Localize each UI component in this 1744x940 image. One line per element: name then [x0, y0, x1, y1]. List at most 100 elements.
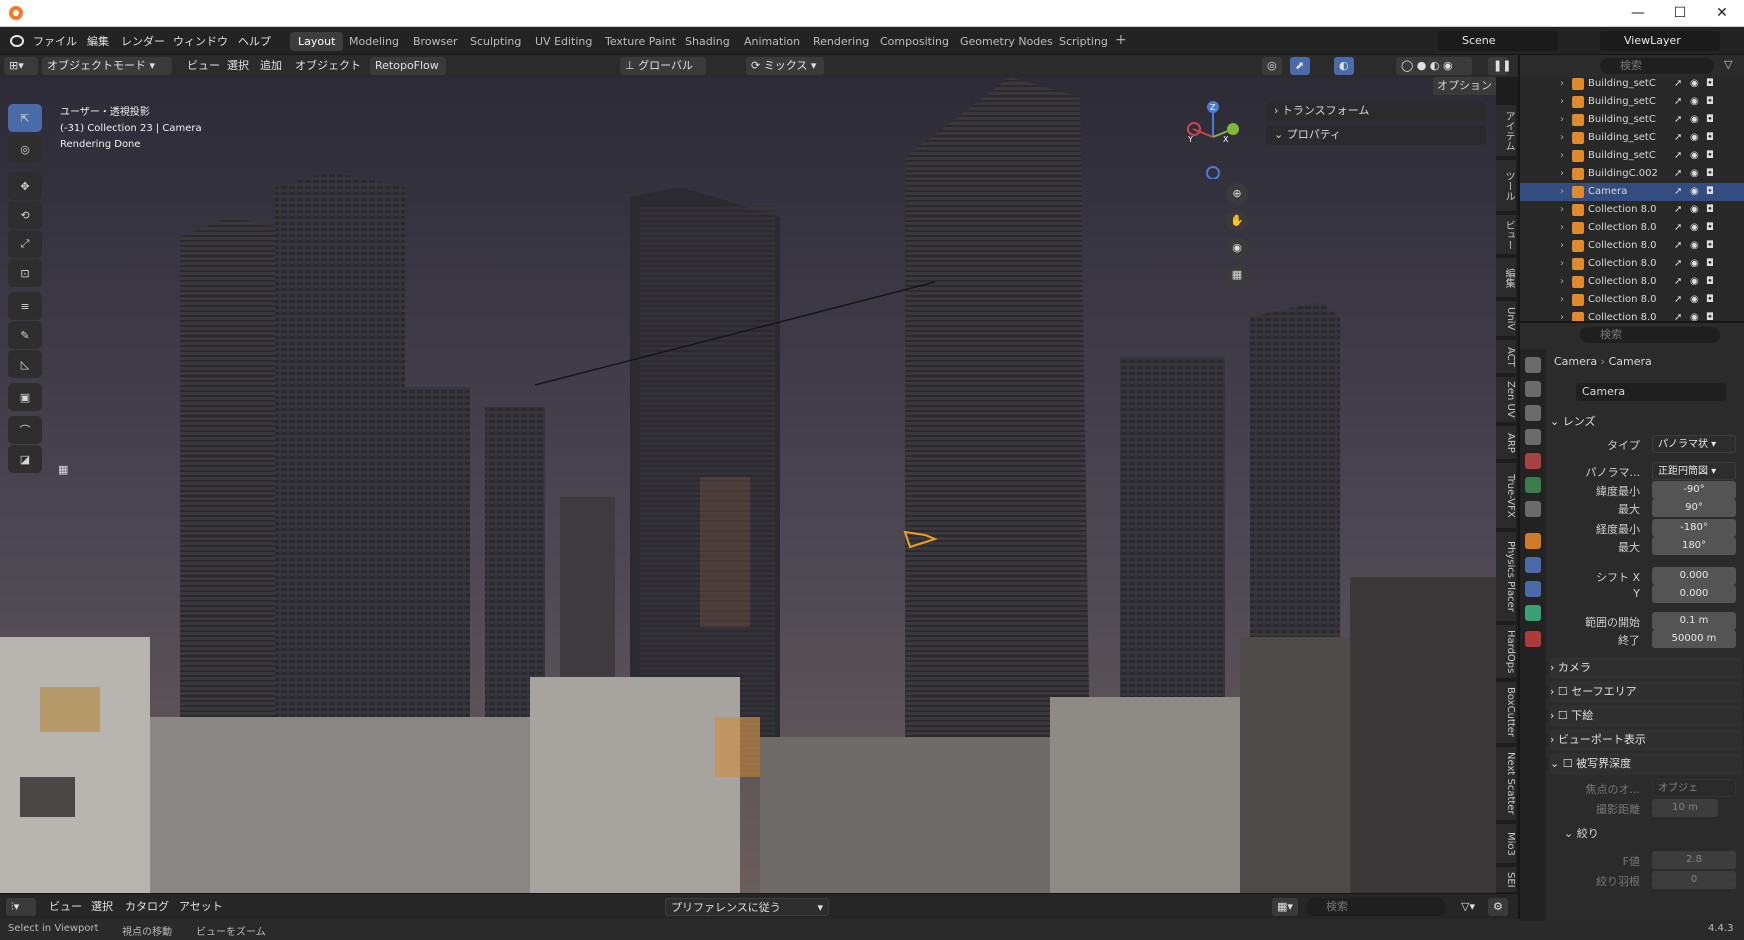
select-arrow-icon[interactable]: ➚ — [1674, 93, 1682, 111]
rotate-tool-icon[interactable]: ⟲ — [8, 201, 42, 229]
camera-view-icon[interactable]: ◉ — [1226, 237, 1248, 259]
tab-rendering[interactable]: Rendering — [805, 32, 877, 51]
pause-icon[interactable]: ❚❚ — [1488, 57, 1511, 75]
outliner-row[interactable]: › Collection 8.0 ➚ ◉ ◘ — [1520, 219, 1744, 237]
camera-data-name-field[interactable]: Camera — [1576, 383, 1726, 401]
eye-icon[interactable]: ◉ — [1690, 183, 1699, 201]
expand-chevron-icon[interactable]: › — [1560, 183, 1564, 201]
collection-tab-icon[interactable] — [1525, 501, 1541, 517]
expand-chevron-icon[interactable]: › — [1560, 165, 1564, 183]
tab-texture-paint[interactable]: Texture Paint — [597, 32, 684, 51]
pan-hand-icon[interactable]: ✋ — [1226, 210, 1248, 232]
viewport-display-section-header[interactable]: › ビューポート表示 — [1550, 729, 1742, 751]
cursor-tool-icon[interactable]: ◎ — [8, 135, 42, 163]
background-images-section-header[interactable]: › ☐ 下絵 — [1550, 705, 1742, 727]
output-tab-icon[interactable] — [1525, 405, 1541, 421]
lens-section-header[interactable]: ⌄ レンズ — [1550, 411, 1742, 433]
outliner-row[interactable]: › Collection 8.0 ➚ ◉ ◘ — [1520, 255, 1744, 273]
camera-section-header[interactable]: › カメラ — [1550, 657, 1742, 679]
menu-render[interactable]: レンダー — [121, 33, 165, 49]
render-camera-icon[interactable]: ◘ — [1706, 111, 1714, 129]
shading-modes[interactable]: ◯ ● ◐ ◉ — [1396, 57, 1472, 75]
expand-chevron-icon[interactable]: › — [1560, 219, 1564, 237]
object-tab-icon[interactable] — [1525, 533, 1541, 549]
tab-shading[interactable]: Shading — [677, 32, 738, 51]
sidetab-act[interactable]: ACT — [1496, 340, 1516, 374]
asset-search-input[interactable]: 検索 — [1306, 898, 1446, 916]
select-tool-icon[interactable]: ⇱ — [8, 104, 42, 132]
select-arrow-icon[interactable]: ➚ — [1674, 291, 1682, 309]
select-arrow-icon[interactable]: ➚ — [1674, 237, 1682, 255]
expand-chevron-icon[interactable]: › — [1560, 75, 1564, 93]
outliner-row[interactable]: › Collection 8.0 ➚ ◉ ◘ — [1520, 201, 1744, 219]
lon-min-field[interactable]: -180° — [1652, 519, 1736, 537]
panorama-type-dropdown[interactable]: 正距円筒図 ▾ — [1652, 462, 1736, 480]
scene-tab-icon[interactable] — [1525, 453, 1541, 469]
breadcrumb-object[interactable]: Camera — [1554, 355, 1597, 368]
select-arrow-icon[interactable]: ➚ — [1674, 75, 1682, 93]
constraints-tab-icon[interactable] — [1525, 581, 1541, 597]
properties-search-input[interactable]: 検索 — [1580, 327, 1720, 343]
sidetab-item[interactable]: アイテム — [1496, 105, 1516, 157]
eye-icon[interactable]: ◉ — [1690, 111, 1699, 129]
render-camera-icon[interactable]: ◘ — [1706, 147, 1714, 165]
outliner-row[interactable]: › Building_setC ➚ ◉ ◘ — [1520, 129, 1744, 147]
expand-chevron-icon[interactable]: › — [1560, 291, 1564, 309]
image-tool-icon[interactable]: ◪ — [8, 445, 42, 473]
render-camera-icon[interactable]: ◘ — [1706, 273, 1714, 291]
shift-y-field[interactable]: 0.000 — [1652, 585, 1736, 603]
visibility-icon[interactable]: ◎ — [1262, 57, 1282, 75]
render-camera-icon[interactable]: ◘ — [1706, 93, 1714, 111]
3d-viewport[interactable]: ユーザー・透視投影 (-31) Collection 23 | Camera R… — [0, 77, 1496, 893]
tool-tab-icon[interactable] — [1525, 357, 1541, 373]
view-layer-tab-icon[interactable] — [1525, 429, 1541, 445]
eye-icon[interactable]: ◉ — [1690, 201, 1699, 219]
tab-uv-editing[interactable]: UV Editing — [527, 32, 600, 51]
expand-chevron-icon[interactable]: › — [1560, 237, 1564, 255]
tab-scripting[interactable]: Scripting — [1051, 32, 1116, 51]
filter-icon[interactable]: ▽▾ — [1456, 898, 1482, 916]
draw-tool-icon[interactable]: ✎ — [8, 321, 42, 349]
eye-icon[interactable]: ◉ — [1690, 273, 1699, 291]
render-camera-icon[interactable]: ◘ — [1706, 165, 1714, 183]
render-camera-icon[interactable]: ◘ — [1706, 291, 1714, 309]
select-arrow-icon[interactable]: ➚ — [1674, 201, 1682, 219]
select-arrow-icon[interactable]: ➚ — [1674, 147, 1682, 165]
select-arrow-icon[interactable]: ➚ — [1674, 309, 1682, 321]
tab-layout[interactable]: Layout — [290, 32, 344, 51]
scale-tool-icon[interactable]: ⤢ — [8, 230, 42, 258]
add-cube-tool-icon[interactable]: ▣ — [8, 383, 42, 411]
transform-orientation[interactable]: ⊥ グローバル ▾ — [620, 57, 706, 90]
expand-chevron-icon[interactable]: › — [1560, 255, 1564, 273]
select-arrow-icon[interactable]: ➚ — [1674, 165, 1682, 183]
tab-compositing[interactable]: Compositing — [872, 32, 957, 51]
outliner-row[interactable]: › Building_setC ➚ ◉ ◘ — [1520, 147, 1744, 165]
eye-icon[interactable]: ◉ — [1690, 255, 1699, 273]
tab-geometry-nodes[interactable]: Geometry Nodes — [952, 32, 1061, 51]
select-arrow-icon[interactable]: ➚ — [1674, 111, 1682, 129]
outliner-row[interactable]: › Collection 8.0 ➚ ◉ ◘ — [1520, 291, 1744, 309]
zoom-icon[interactable]: ⊕ — [1226, 183, 1248, 205]
blender-menu-icon[interactable] — [10, 35, 24, 47]
eye-icon[interactable]: ◉ — [1690, 147, 1699, 165]
clip-start-field[interactable]: 0.1 m — [1652, 612, 1736, 630]
eye-icon[interactable]: ◉ — [1690, 165, 1699, 183]
navigation-gizmo[interactable]: Z Y X — [1178, 99, 1258, 179]
outliner-row[interactable]: › Collection 8.0 ➚ ◉ ◘ — [1520, 309, 1744, 321]
world-tab-icon[interactable] — [1525, 477, 1541, 493]
move-tool-icon[interactable]: ✥ — [8, 172, 42, 200]
safe-areas-section-header[interactable]: › ☐ セーフエリア — [1550, 681, 1742, 703]
viewlayer-selector[interactable]: ViewLayer — [1600, 31, 1720, 51]
render-camera-icon[interactable]: ◘ — [1706, 129, 1714, 147]
expand-chevron-icon[interactable]: › — [1560, 147, 1564, 165]
display-mode-icon[interactable]: ▦▾ — [1272, 898, 1298, 916]
overlay-toggle-icon[interactable]: ◐ — [1334, 57, 1354, 75]
retopoflow-button[interactable]: RetopoFlow ▾ — [370, 57, 446, 90]
tab-browser[interactable]: Browser — [405, 32, 466, 51]
scene-selector[interactable]: Scene — [1438, 31, 1558, 51]
select-arrow-icon[interactable]: ➚ — [1674, 273, 1682, 291]
preference-dropdown[interactable]: プリファレンスに従う ▾ — [665, 898, 829, 916]
select-arrow-icon[interactable]: ➚ — [1674, 219, 1682, 237]
select-arrow-icon[interactable]: ➚ — [1674, 129, 1682, 147]
eye-icon[interactable]: ◉ — [1690, 93, 1699, 111]
